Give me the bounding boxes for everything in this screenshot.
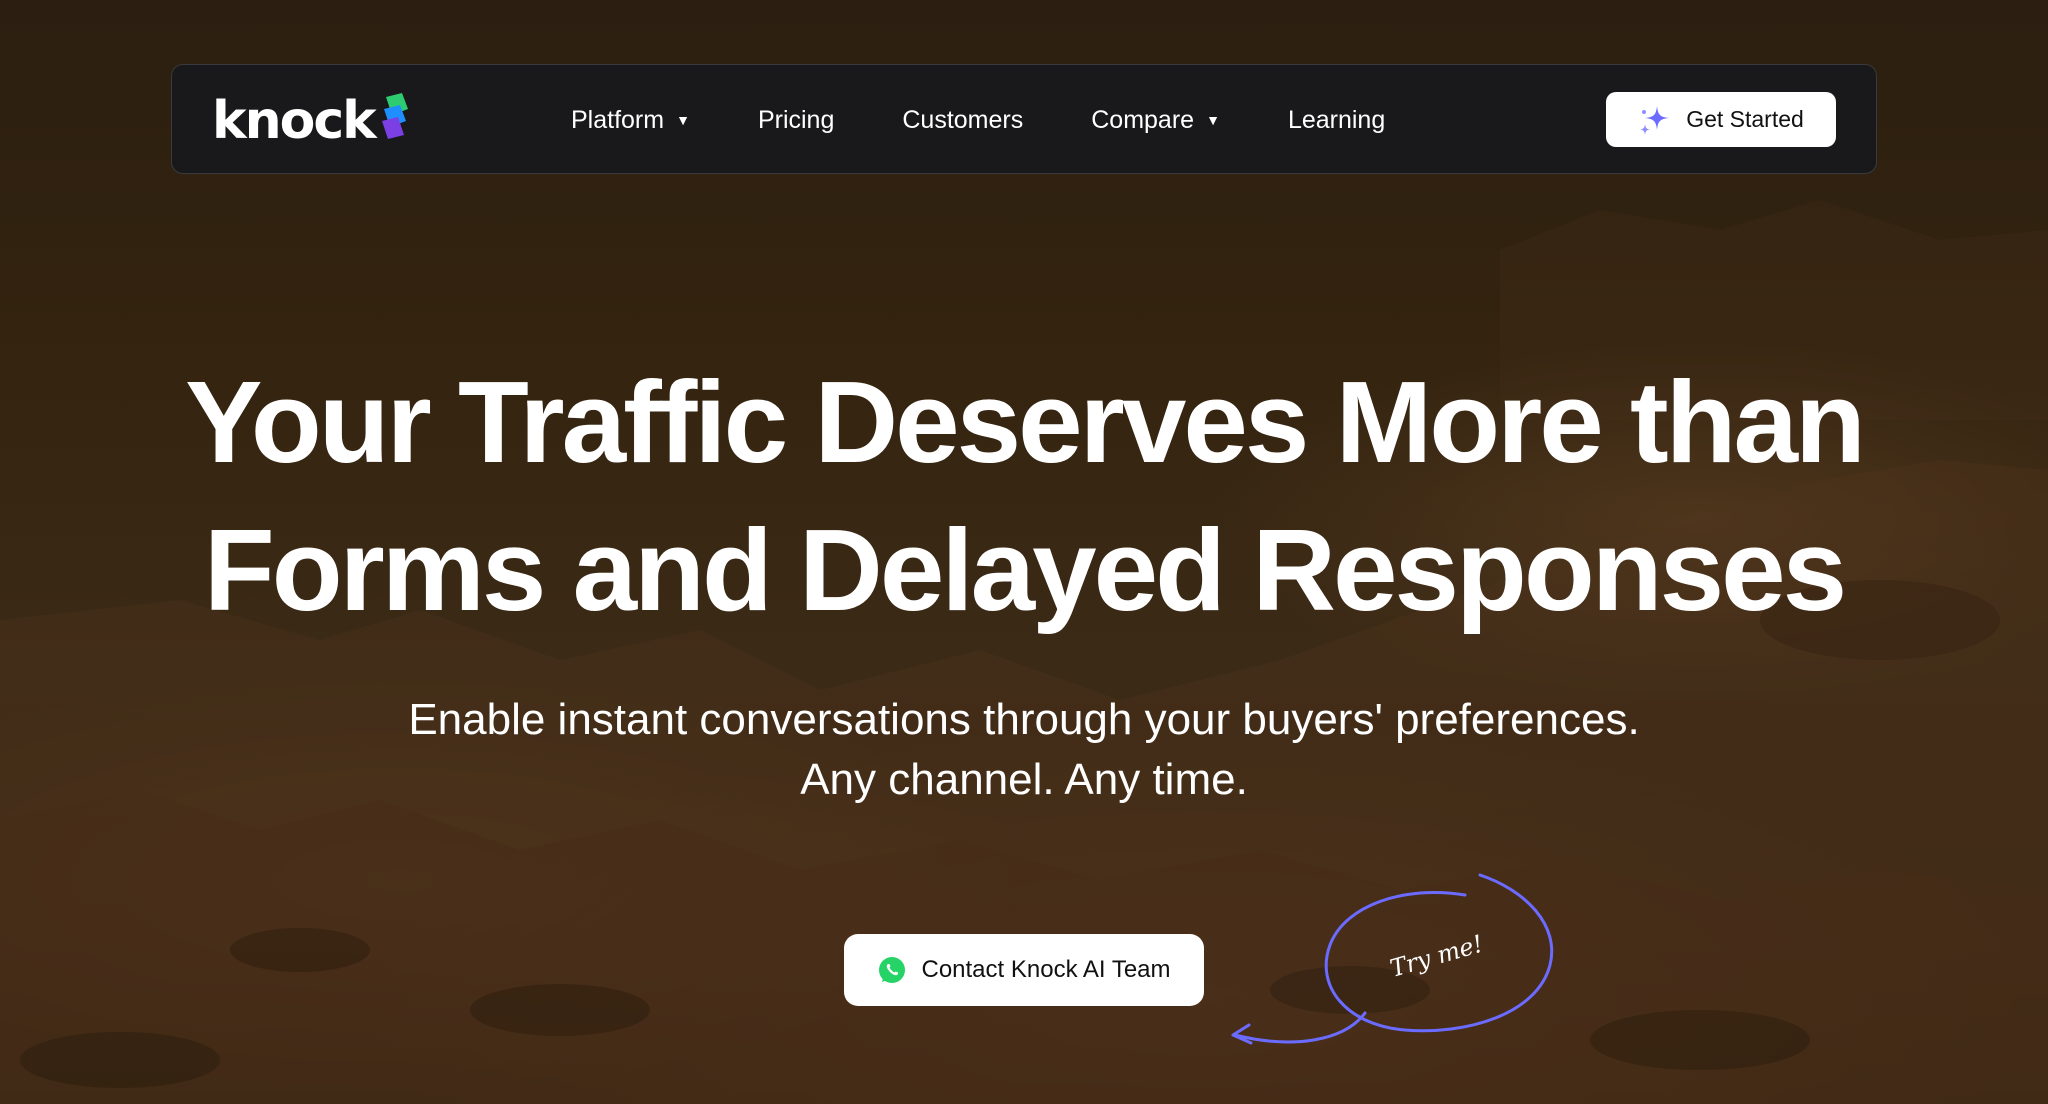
nav-item-pricing[interactable]: Pricing bbox=[758, 106, 834, 135]
whatsapp-icon bbox=[879, 957, 906, 983]
nav-item-label: Customers bbox=[902, 105, 1024, 134]
hero-headline: Your Traffic Deserves More than Forms an… bbox=[0, 348, 2048, 644]
try-me-annotation: Try me! bbox=[1231, 873, 1554, 1045]
headline-line-2: Forms and Delayed Responses bbox=[203, 505, 1847, 635]
try-me-text: Try me! bbox=[1387, 930, 1486, 983]
nav-item-customers[interactable]: Customers bbox=[902, 106, 1023, 135]
logo-text: knock bbox=[212, 91, 377, 151]
nav-item-label: Compare bbox=[1091, 105, 1195, 134]
nav-item-learning[interactable]: Learning bbox=[1288, 106, 1385, 135]
nav-item-compare[interactable]: Compare ▼ bbox=[1091, 106, 1220, 135]
caret-down-icon: ▼ bbox=[1206, 112, 1220, 128]
logo-mark-icon bbox=[382, 93, 408, 139]
caret-down-icon: ▼ bbox=[676, 112, 690, 128]
contact-button-label: Contact Knock AI Team bbox=[921, 956, 1171, 983]
nav-menu: Platform ▼ Pricing Customers Compare ▼ L… bbox=[571, 65, 1453, 175]
get-started-label: Get Started bbox=[1686, 106, 1804, 132]
subtext-line-2: Any channel. Any time. bbox=[800, 755, 1248, 804]
headline-line-1: Your Traffic Deserves More than bbox=[185, 357, 1866, 487]
get-started-button[interactable]: Get Started bbox=[1606, 92, 1836, 147]
nav-item-label: Platform bbox=[571, 105, 665, 134]
knock-logo[interactable]: knock bbox=[212, 91, 408, 151]
nav-item-label: Learning bbox=[1287, 105, 1386, 134]
hero-subtext: Enable instant conversations through you… bbox=[0, 690, 2048, 810]
nav-item-label: Pricing bbox=[757, 105, 835, 134]
sparkle-icon bbox=[1640, 105, 1670, 135]
page: knock Platform ▼ Pricing Customers Compa… bbox=[0, 0, 2048, 1104]
contact-knock-ai-team-button[interactable]: Contact Knock AI Team bbox=[844, 934, 1204, 1006]
subtext-line-1: Enable instant conversations through you… bbox=[408, 695, 1640, 744]
top-navbar: knock Platform ▼ Pricing Customers Compa… bbox=[171, 64, 1877, 174]
nav-item-platform[interactable]: Platform ▼ bbox=[571, 106, 690, 135]
